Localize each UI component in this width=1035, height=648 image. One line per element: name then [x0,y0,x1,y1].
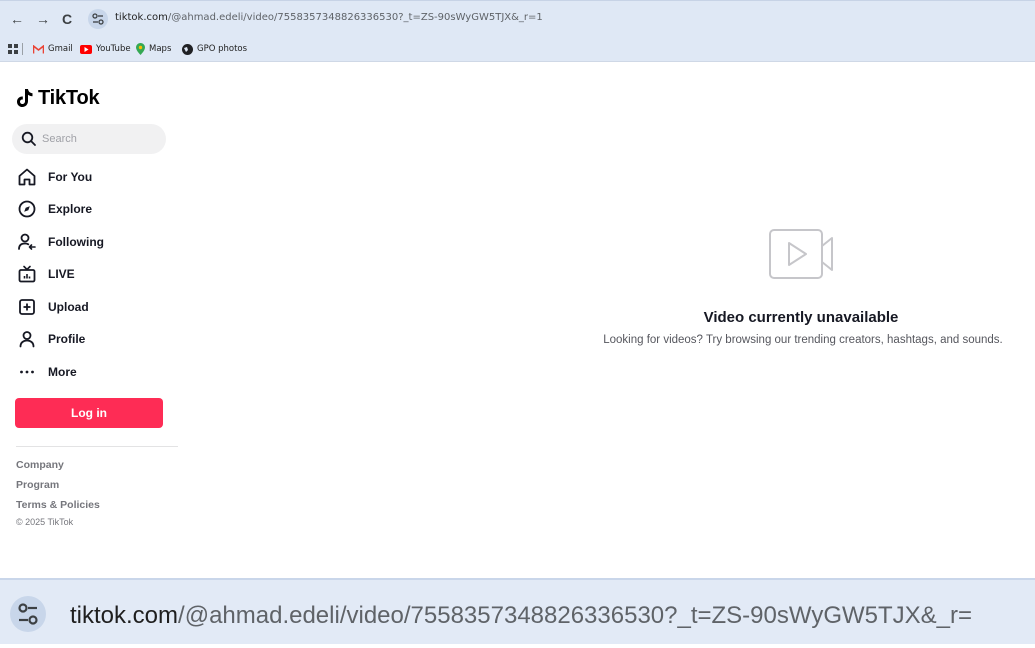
tiktok-note-icon [17,89,33,107]
forward-arrow-icon[interactable]: → [34,10,52,28]
bookmark-label: YouTube [96,44,131,54]
apps-grid-icon[interactable] [8,42,18,56]
tiktok-logo[interactable]: TikTok [16,86,100,110]
bookmark-youtube[interactable]: YouTube [80,42,131,56]
zoomed-url-text: tiktok.com/@ahmad.edeli/video/7558357348… [70,602,972,630]
video-unavailable-icon [768,228,834,280]
bookmarks-bar: Gmail YouTube Maps GPO photos [0,36,1035,62]
url-field[interactable]: tiktok.com/@ahmad.edeli/video/7558357348… [88,7,1028,31]
profile-icon [16,328,38,350]
unavailable-subtitle: Looking for videos? Try browsing our tre… [603,334,1003,346]
upload-icon [16,296,38,318]
zoomed-address-bar: tiktok.com/@ahmad.edeli/video/7558357348… [0,578,1035,648]
maps-icon [136,43,145,55]
search-icon [21,131,37,147]
footer-link-company[interactable]: Company [16,459,64,471]
more-dots-icon [16,361,38,383]
site-settings-icon-zoomed[interactable] [10,596,46,632]
login-button[interactable]: Log in [15,398,163,428]
browser-address-bar: ← → C tiktok.com/@ahmad.edeli/video/7558… [0,0,1035,36]
logo-text: TikTok [38,86,100,109]
bookmarks-separator [22,43,23,55]
unavailable-title: Video currently unavailable [703,309,899,326]
nav-upload[interactable]: Upload [16,295,89,319]
youtube-icon [80,44,92,54]
url-host: tiktok.com [115,12,168,23]
zoomed-url-host: tiktok.com [70,602,179,629]
bookmark-label: Gmail [48,44,73,54]
nav-label: More [48,365,77,379]
nav-label: Profile [48,332,86,346]
following-icon [16,231,38,253]
bookmark-label: GPO photos [197,44,248,54]
copyright: © 2025 TikTok [16,517,74,527]
sidebar-divider [16,446,178,447]
site-settings-icon[interactable] [88,9,108,29]
footer-link-terms[interactable]: Terms & Policies [16,499,100,511]
bookmark-gmail[interactable]: Gmail [33,42,73,56]
bookmark-maps[interactable]: Maps [136,42,171,56]
zoomed-url-field[interactable]: tiktok.com/@ahmad.edeli/video/7558357348… [0,578,1035,644]
search-input[interactable]: Search [12,124,166,154]
live-tv-icon [16,263,38,285]
back-arrow-icon[interactable]: ← [8,10,26,28]
bookmark-label: Maps [149,44,172,54]
compass-icon [16,198,38,220]
nav-label: LIVE [48,267,75,281]
url-path: /@ahmad.edeli/video/7558357348826336530?… [167,12,543,23]
reload-icon[interactable]: C [58,10,76,28]
nav-following[interactable]: Following [16,230,104,254]
footer-link-program[interactable]: Program [16,479,59,491]
nav-label: Following [48,235,104,249]
nav-more[interactable]: More [16,360,77,384]
nav-for-you[interactable]: For You [16,165,92,189]
globe-icon [182,43,193,55]
search-placeholder: Search [42,133,77,145]
nav-label: For You [48,170,93,184]
nav-label: Upload [48,300,89,314]
nav-profile[interactable]: Profile [16,327,85,351]
bookmark-gpo-photos[interactable]: GPO photos [182,42,247,56]
home-icon [16,166,38,188]
url-text: tiktok.com/@ahmad.edeli/video/7558357348… [115,12,543,23]
zoomed-url-path: /@ahmad.edeli/video/7558357348826336530?… [178,602,973,629]
nav-live[interactable]: LIVE [16,262,75,286]
nav-label: Explore [48,202,93,216]
nav-explore[interactable]: Explore [16,197,92,221]
gmail-icon [33,44,44,53]
